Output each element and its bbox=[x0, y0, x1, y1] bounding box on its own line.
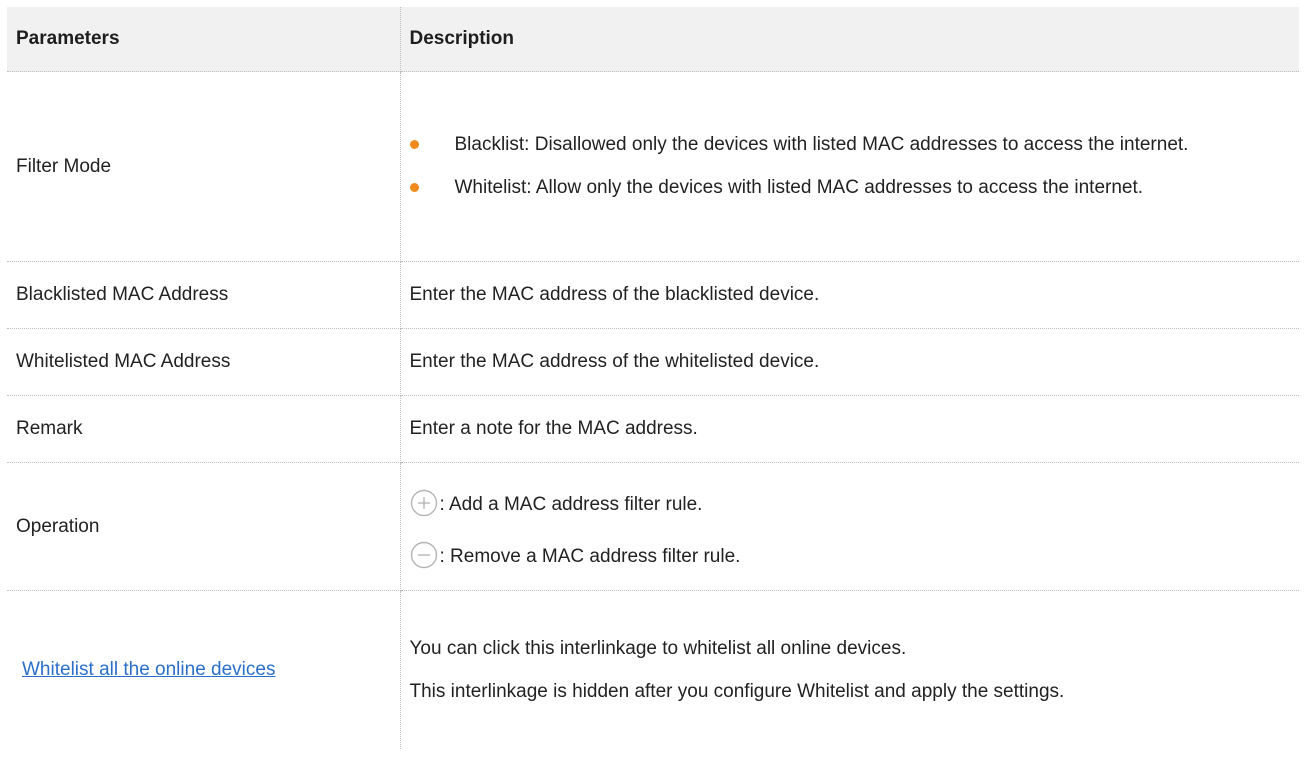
desc-blacklisted-mac: Enter the MAC address of the blacklisted… bbox=[399, 261, 1299, 329]
minus-circle-icon bbox=[410, 541, 437, 568]
table-row: Operation : Add a MAC address filter rul… bbox=[7, 462, 1300, 591]
operation-add-text: : Add a MAC address filter rule. bbox=[439, 493, 703, 515]
table-row: Whitelist all the online devices You can… bbox=[7, 590, 1299, 749]
param-remark: Remark bbox=[7, 395, 401, 463]
list-item: Whitelist: Allow only the devices with l… bbox=[409, 173, 1300, 203]
operation-remove-text: : Remove a MAC address filter rule. bbox=[439, 545, 741, 567]
desc-filter-mode: Blacklist: Disallowed only the devices w… bbox=[399, 71, 1300, 262]
desc-online-link: You can click this interlinkage to white… bbox=[399, 590, 1299, 749]
operation-add-line: : Add a MAC address filter rule. bbox=[410, 485, 1300, 517]
operation-remove-line: : Remove a MAC address filter rule. bbox=[410, 537, 1300, 569]
online-link-description-2: This interlinkage is hidden after you co… bbox=[409, 680, 1065, 702]
list-item: Blacklist: Disallowed only the devices w… bbox=[409, 130, 1300, 160]
whitelist-online-devices-link[interactable]: Whitelist all the online devices bbox=[22, 659, 275, 681]
header-parameters: Parameters bbox=[7, 7, 401, 72]
table-row: Whitelisted MAC Address Enter the MAC ad… bbox=[7, 328, 1299, 396]
desc-whitelisted-mac: Enter the MAC address of the whitelisted… bbox=[399, 328, 1299, 396]
table-row: Remark Enter a note for the MAC address. bbox=[7, 395, 1299, 463]
table-header-row: Parameters Description bbox=[7, 7, 1299, 72]
online-link-description-1: You can click this interlinkage to white… bbox=[409, 637, 907, 659]
filter-mode-list: Blacklist: Disallowed only the devices w… bbox=[409, 130, 1300, 203]
desc-operation: : Add a MAC address filter rule. : Remov… bbox=[399, 462, 1300, 591]
plus-circle-icon bbox=[410, 489, 437, 516]
bullet-icon bbox=[409, 183, 419, 192]
blacklist-description: Blacklist: Disallowed only the devices w… bbox=[454, 134, 1189, 155]
desc-remark: Enter a note for the MAC address. bbox=[399, 395, 1299, 463]
bullet-icon bbox=[409, 140, 419, 149]
parameters-table: Parameters Description Filter Mode Black… bbox=[7, 7, 1299, 749]
table-row: Blacklisted MAC Address Enter the MAC ad… bbox=[7, 261, 1299, 329]
param-blacklisted-mac: Blacklisted MAC Address bbox=[7, 261, 401, 329]
param-whitelisted-mac: Whitelisted MAC Address bbox=[7, 328, 401, 396]
whitelist-description: Whitelist: Allow only the devices with l… bbox=[454, 177, 1144, 198]
param-operation: Operation bbox=[7, 462, 401, 591]
param-online-link-cell: Whitelist all the online devices bbox=[7, 590, 401, 749]
header-description: Description bbox=[399, 7, 1299, 72]
table-row: Filter Mode Blacklist: Disallowed only t… bbox=[7, 71, 1300, 262]
param-filter-mode: Filter Mode bbox=[7, 71, 401, 262]
